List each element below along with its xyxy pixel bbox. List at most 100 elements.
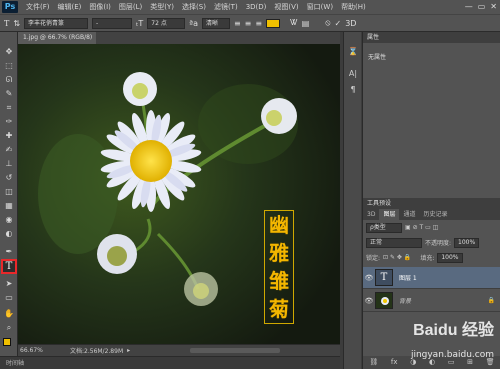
menu-window[interactable]: 窗口(W) [307,2,333,12]
fill-input[interactable]: 100% [437,252,463,263]
options-bar: T ⇅ 李丰花俏青篆 - ₜT 72 点 ªa 清晰 ≡ ≡ ≡ Ꮤ ▤ ⦸ ✓… [0,14,500,32]
menu-view[interactable]: 视图(V) [274,2,298,12]
blur-tool-icon[interactable]: ◉ [3,214,15,225]
font-size-icon: ₜT [136,18,144,28]
mask-icon[interactable]: ◑ [410,356,416,369]
brush-tool-icon[interactable]: ✍ [3,144,15,155]
close-button[interactable]: ✕ [490,2,497,11]
eye-icon[interactable]: 👁 [363,274,375,282]
text-color-swatch[interactable] [266,18,281,28]
dodge-tool-icon[interactable]: ◐ [3,228,15,239]
hand-tool-icon[interactable]: ✋ [3,308,15,319]
character-panel-icon[interactable]: A| [347,68,359,79]
commit-icon[interactable]: ✓ [334,19,341,28]
type-tool-preset-icon[interactable]: T [4,19,9,28]
menu-layer[interactable]: 图层(L) [119,2,142,12]
layers-panel-tabs: 3D 图层 通道 历史记录 [363,209,500,220]
text-char-3: 雏 [269,269,289,293]
canvas[interactable]: 幽 雅 雏 菊 [18,44,340,344]
opacity-input[interactable]: 100% [454,237,480,248]
paragraph-panel-icon[interactable]: ¶ [347,84,359,95]
zoom-tool-icon[interactable]: ⌕ [3,322,15,333]
move-tool-icon[interactable]: ✥ [3,46,15,57]
layer-filter-select[interactable]: ρ类型 [366,222,402,233]
eyedropper-tool-icon[interactable]: ✑ [3,116,15,127]
new-layer-icon[interactable]: ⊞ [467,356,473,369]
menu-3d[interactable]: 3D(D) [246,3,267,11]
healing-tool-icon[interactable]: ✚ [3,130,15,141]
tool-presets-panel-header[interactable]: 工具预设 [363,198,500,209]
text-layer-bounding-box[interactable]: 幽 雅 雏 菊 [264,210,294,324]
minimize-button[interactable]: — [465,2,473,11]
fill-label: 填充: [420,255,435,262]
status-bar: 66.67% 文档:2.56M/2.89M ▸ [18,344,340,356]
layer-name: 图层 1 [399,275,417,282]
eraser-tool-icon[interactable]: ◫ [3,186,15,197]
warp-text-icon[interactable]: Ꮤ [290,18,298,28]
font-family-select[interactable]: 李丰花俏青篆 [24,17,89,29]
link-layers-icon[interactable]: ⛓ [369,356,378,369]
history-brush-tool-icon[interactable]: ↺ [3,172,15,183]
lasso-tool-icon[interactable]: ᘏ [3,74,15,85]
timeline-tab[interactable]: 时间轴 [0,356,340,369]
menu-file[interactable]: 文件(F) [26,2,50,12]
layer-name: 背景 [399,298,412,305]
menu-help[interactable]: 帮助(H) [341,2,366,12]
font-style-select[interactable]: - [92,17,133,29]
adjustment-icon[interactable]: ◐ [429,356,435,369]
shape-tool-icon[interactable]: ▭ [3,292,15,303]
menu-select[interactable]: 选择(S) [182,2,206,12]
align-left-icon[interactable]: ≡ [234,19,241,28]
foreground-color-swatch[interactable] [3,338,11,346]
lock-icons[interactable]: ⊡ ✎ ✥ 🔒 [383,254,411,261]
character-panel-icon[interactable]: ▤ [302,19,310,28]
antialias-select[interactable]: 清晰 [201,17,230,29]
properties-panel-header[interactable]: 属性 [363,32,500,43]
background-layer-thumbnail [375,292,393,309]
align-center-icon[interactable]: ≡ [245,19,252,28]
tools-panel: ✥ ⬚ ᘏ ✎ ⌗ ✑ ✚ ✍ ⊥ ↺ ◫ ▦ ◉ ◐ ✒ T ➤ ▭ ✋ ⌕ [0,32,18,369]
zoom-level[interactable]: 66.67% [20,347,60,354]
text-char-4: 菊 [269,297,289,321]
gradient-tool-icon[interactable]: ▦ [3,200,15,211]
group-icon[interactable]: ▭ [448,356,455,369]
tab-layers[interactable]: 图层 [379,209,400,220]
status-arrow-icon[interactable]: ▸ [127,347,130,354]
orientation-icon[interactable]: ⇅ [13,19,20,28]
marquee-tool-icon[interactable]: ⬚ [3,60,15,71]
pen-tool-icon[interactable]: ✒ [3,246,15,257]
fx-icon[interactable]: fx [391,356,398,369]
crop-tool-icon[interactable]: ⌗ [3,102,15,113]
menu-filter[interactable]: 滤镜(T) [214,2,238,12]
right-panel: 属性 无属性 工具预设 3D 图层 通道 历史记录 ρ类型 ▣ ⊘ T ▭ ◫ … [362,32,500,369]
tab-history[interactable]: 历史记录 [419,209,451,220]
type-tool-icon[interactable]: T [1,259,17,274]
menu-type[interactable]: 类型(Y) [150,2,174,12]
text-char-1: 幽 [269,213,289,237]
horizontal-scrollbar[interactable] [190,348,281,353]
antialias-icon: ªa [189,18,198,28]
lock-fill-row: 锁定: ⊡ ✎ ✥ 🔒 填充: 100% [363,251,500,264]
eye-icon[interactable]: 👁 [363,297,375,305]
document-tab-bar: 1.jpg @ 66.7% (RGB/8) [18,32,340,44]
menu-edit[interactable]: 编辑(E) [58,2,82,12]
tab-3d[interactable]: 3D [363,209,379,220]
quick-select-tool-icon[interactable]: ✎ [3,88,15,99]
layer-row-background[interactable]: 👁 背景 🔒 [363,290,500,312]
history-panel-icon[interactable]: ⌛ [347,46,359,57]
tab-channels[interactable]: 通道 [399,209,419,220]
path-select-tool-icon[interactable]: ➤ [3,278,15,289]
maximize-button[interactable]: ▭ [478,2,486,11]
filter-icons[interactable]: ▣ ⊘ T ▭ ◫ [405,224,438,231]
delete-layer-icon[interactable]: 🗑 [486,356,495,369]
3d-icon[interactable]: 3D [345,19,356,28]
stamp-tool-icon[interactable]: ⊥ [3,158,15,169]
blend-mode-select[interactable]: 正常 [366,237,422,248]
font-size-select[interactable]: 72 点 [147,17,186,29]
cancel-icon[interactable]: ⦸ [325,18,330,28]
menu-image[interactable]: 图像(I) [89,2,111,12]
align-right-icon[interactable]: ≡ [255,19,262,28]
doc-size-info[interactable]: 文档:2.56M/2.89M [70,346,123,355]
document-tab[interactable]: 1.jpg @ 66.7% (RGB/8) [18,32,96,44]
layer-row-text[interactable]: 👁 T 图层 1 [363,267,500,289]
